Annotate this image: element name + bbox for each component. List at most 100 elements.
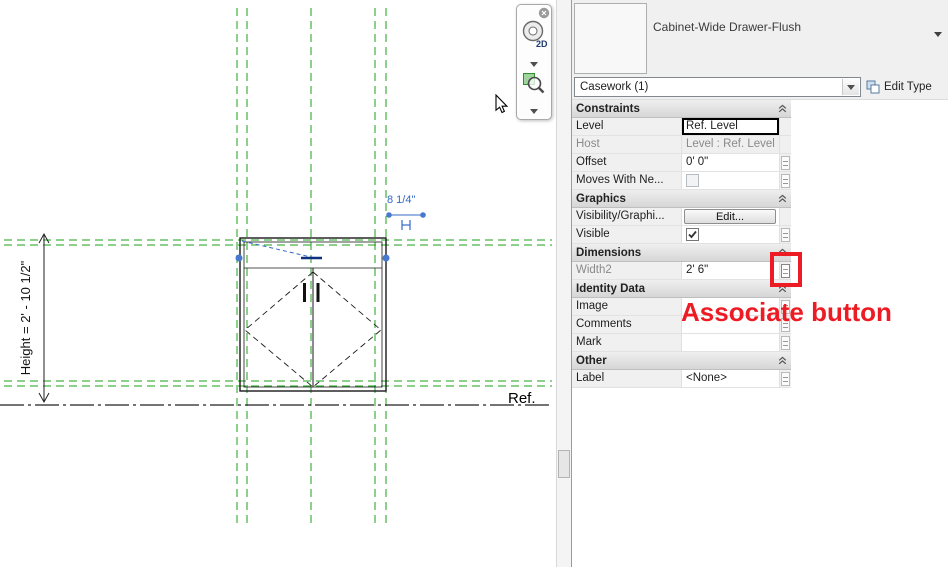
height-dimension[interactable]: Height = 2' - 10 1/2" — [18, 232, 50, 404]
associate-column — [780, 136, 791, 153]
associate-column — [780, 262, 791, 279]
collapse-chevron-icon — [778, 356, 787, 365]
associate-parameter-button[interactable] — [781, 156, 790, 170]
property-label: Visible — [572, 226, 682, 243]
shape-handle-controls[interactable] — [235, 240, 390, 262]
section-title: Other — [576, 354, 607, 367]
offset-value-field[interactable]: 0' 0" — [682, 154, 780, 171]
associate-column — [780, 208, 791, 225]
wheel-2d-label: 2D — [536, 39, 548, 49]
collapse-chevron-icon — [778, 104, 787, 113]
edit-type-icon — [866, 80, 880, 94]
width2-associate-parameter-button[interactable] — [781, 264, 790, 278]
associate-column — [780, 154, 791, 171]
property-label: Level — [572, 118, 682, 135]
associate-parameter-button[interactable] — [781, 372, 790, 386]
edit-type-button[interactable]: Edit Type — [864, 77, 948, 97]
width-dimension-label: 8 1/4" — [387, 194, 415, 206]
steering-wheel-menu-caret[interactable] — [517, 54, 551, 67]
property-label: Moves With Ne... — [572, 172, 682, 189]
steering-wheel-button[interactable]: 2D — [520, 19, 548, 54]
property-grid: Constraints Level Ref. Level Host Level … — [572, 100, 791, 388]
section-header-identity-data[interactable]: Identity Data — [572, 280, 791, 298]
width-dimension[interactable]: 8 1/4" — [386, 194, 426, 230]
family-elevation-view: Ref. Height = 2' - 10 1/2" 8 1/4" — [0, 8, 552, 528]
zoom-icon — [523, 73, 545, 94]
canvas-scrollbar[interactable] — [556, 0, 571, 567]
section-header-constraints[interactable]: Constraints — [572, 100, 791, 118]
moves-checkbox[interactable] — [686, 174, 699, 187]
associate-parameter-button[interactable] — [781, 174, 790, 188]
property-row-host: Host Level : Ref. Level — [572, 136, 791, 154]
associate-column — [780, 172, 791, 189]
navigation-bar: 2D — [516, 4, 552, 120]
collapse-chevron-icon — [778, 284, 787, 293]
filter-combobox[interactable]: Casework (1) — [574, 77, 861, 97]
associate-parameter-button[interactable] — [781, 228, 790, 242]
property-label: Width2 — [572, 262, 682, 279]
section-header-other[interactable]: Other — [572, 352, 791, 370]
mark-value-field[interactable] — [682, 334, 780, 351]
associate-column — [780, 226, 791, 243]
zoom-menu-caret[interactable] — [517, 101, 551, 114]
type-preview-image — [574, 3, 647, 74]
visibility-edit-button[interactable]: Edit... — [684, 209, 776, 224]
properties-palette: Cabinet-Wide Drawer-Flush Casework (1) E… — [571, 0, 948, 567]
type-selector[interactable]: Cabinet-Wide Drawer-Flush Casework (1) E… — [572, 0, 948, 100]
property-row-level: Level Ref. Level — [572, 118, 791, 136]
visibility-value-cell: Edit... — [682, 208, 780, 225]
steering-wheel-icon: 2D — [522, 20, 548, 49]
type-selector-arrow-icon[interactable] — [934, 32, 942, 37]
ref-level-label: Ref. — [508, 390, 536, 407]
filter-combobox-value: Casework (1) — [580, 81, 649, 93]
visible-checkbox[interactable] — [686, 228, 699, 241]
property-label: Host — [572, 136, 682, 153]
chevron-down-icon — [530, 109, 538, 114]
property-row-visible: Visible — [572, 226, 791, 244]
property-label: Comments — [572, 316, 682, 333]
chevron-down-icon — [530, 62, 538, 67]
property-row-mark: Mark — [572, 334, 791, 352]
collapse-chevron-icon — [778, 194, 787, 203]
scrollbar-thumb[interactable] — [558, 450, 570, 478]
collapse-chevron-icon — [778, 248, 787, 257]
property-label: Mark — [572, 334, 682, 351]
section-header-graphics[interactable]: Graphics — [572, 190, 791, 208]
property-row-visibility: Visibility/Graphi... Edit... — [572, 208, 791, 226]
visible-value-cell — [682, 226, 780, 243]
property-label: Visibility/Graphi... — [572, 208, 682, 225]
height-dimension-label: Height = 2' - 10 1/2" — [18, 260, 33, 375]
host-value-field: Level : Ref. Level — [682, 136, 780, 153]
property-row-offset: Offset 0' 0" — [572, 154, 791, 172]
width2-value-field[interactable]: 2' 6" — [682, 262, 780, 279]
cabinet-elevation[interactable] — [239, 237, 387, 392]
section-title: Dimensions — [576, 246, 642, 259]
property-label: Label — [572, 370, 682, 387]
level-value-field[interactable]: Ref. Level — [682, 118, 780, 135]
associate-column — [780, 334, 791, 351]
property-label: Image — [572, 298, 682, 315]
section-title: Identity Data — [576, 282, 646, 295]
zoom-button[interactable] — [520, 72, 548, 101]
property-row-moves-with-nearby: Moves With Ne... — [572, 172, 791, 190]
chevron-down-icon — [847, 84, 855, 90]
edit-type-label: Edit Type — [884, 81, 932, 93]
associate-column — [780, 370, 791, 387]
property-row-width2: Width2 2' 6" — [572, 262, 791, 280]
combobox-arrow[interactable] — [842, 79, 859, 95]
navbar-close-button[interactable] — [538, 6, 550, 19]
property-row-label: Label <None> — [572, 370, 791, 388]
associate-column — [780, 118, 791, 135]
mouse-cursor — [495, 94, 509, 114]
property-label: Offset — [572, 154, 682, 171]
ref-level-line[interactable]: Ref. — [0, 390, 552, 407]
section-header-dimensions[interactable]: Dimensions — [572, 244, 791, 262]
type-name: Cabinet-Wide Drawer-Flush — [653, 20, 802, 34]
label-value-field[interactable]: <None> — [682, 370, 780, 387]
check-icon — [688, 230, 697, 239]
associate-parameter-button[interactable] — [781, 336, 790, 350]
section-title: Graphics — [576, 192, 626, 205]
drawing-canvas[interactable]: Ref. Height = 2' - 10 1/2" 8 1/4" 2D — [0, 0, 556, 567]
annotation-label: Associate button — [681, 297, 892, 327]
close-icon — [538, 7, 550, 19]
